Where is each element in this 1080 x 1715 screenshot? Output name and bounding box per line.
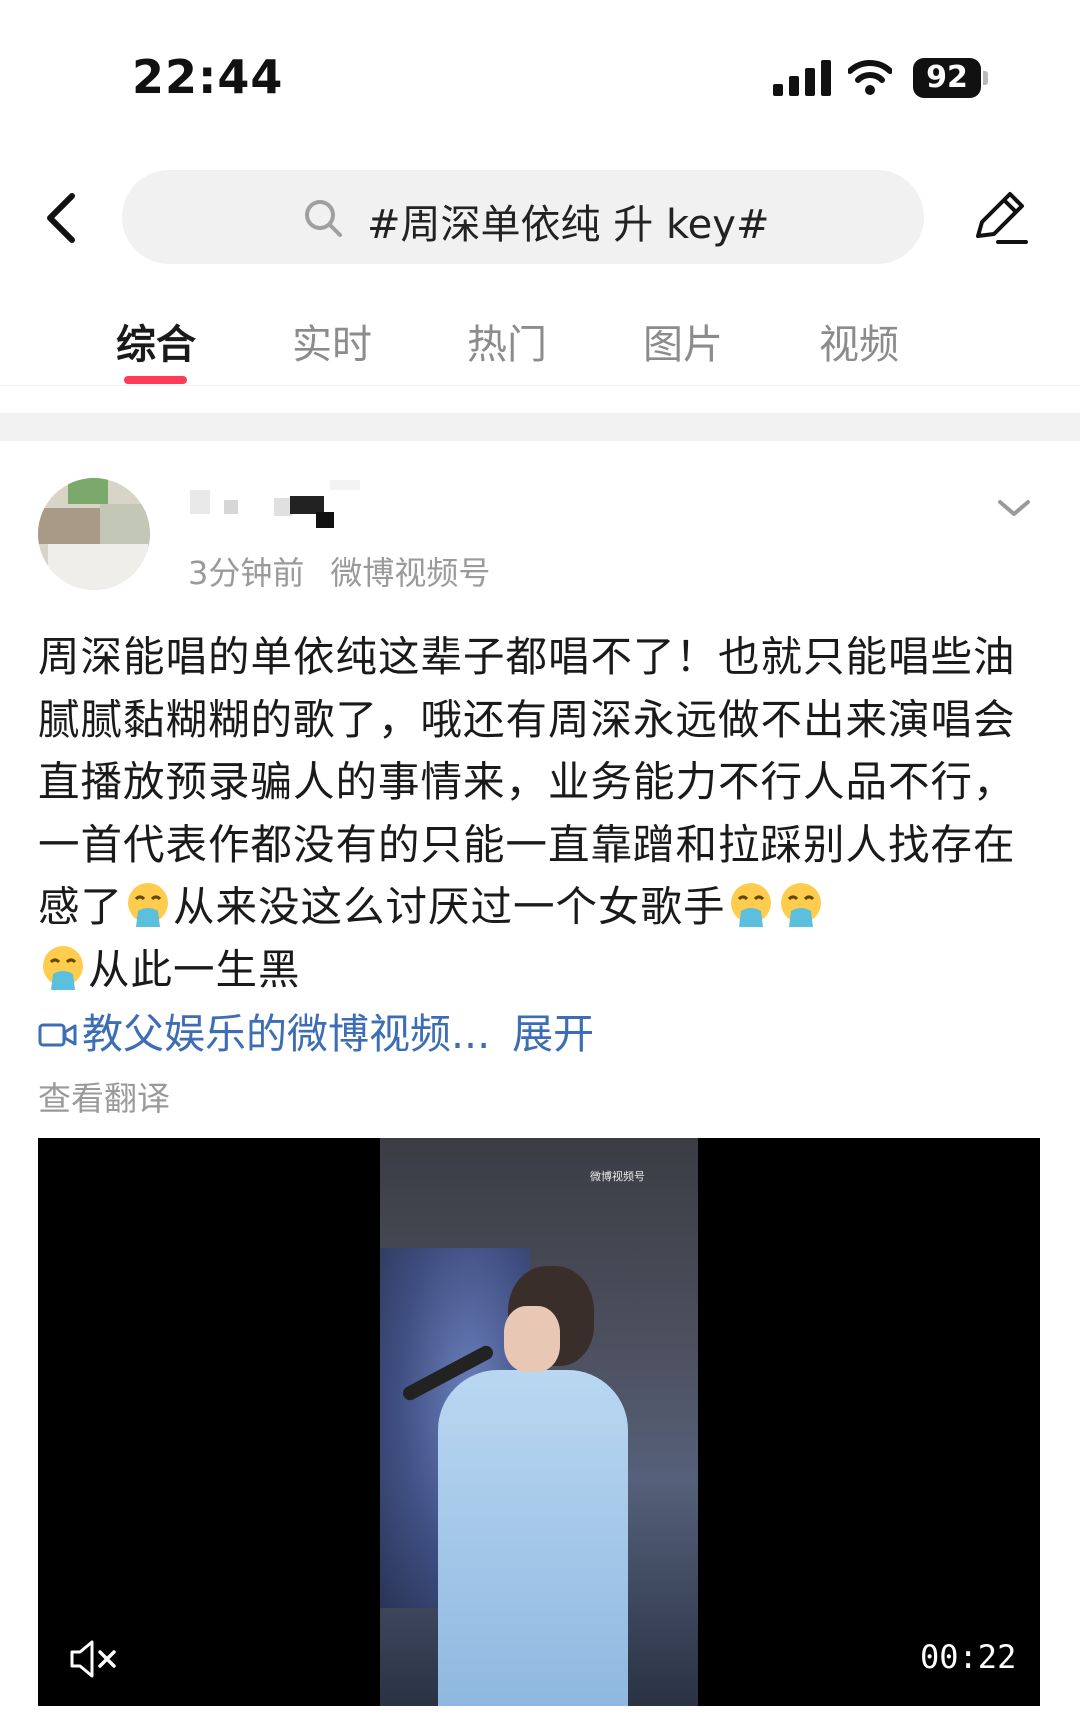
vomiting-face-emoji-icon — [730, 883, 771, 927]
video-watermark: 微博视频号 — [590, 1170, 645, 1183]
video-camera-icon — [38, 1023, 77, 1047]
active-tab-indicator — [124, 376, 187, 384]
back-icon[interactable] — [38, 188, 88, 248]
status-time: 22:44 — [132, 50, 284, 104]
battery-level: 92 — [913, 58, 981, 98]
battery-icon: 92 — [913, 58, 989, 98]
section-divider — [0, 413, 1080, 441]
post-source: 微博视频号 — [330, 554, 491, 592]
tab-videos[interactable]: 视频 — [789, 312, 929, 370]
vomiting-face-emoji-icon — [128, 883, 169, 927]
post-timestamp: 3分钟前 — [188, 554, 305, 592]
username-blurred[interactable] — [190, 480, 360, 532]
video-link-text[interactable]: 教父娱乐的微博视频... — [82, 1010, 490, 1058]
cellular-signal-icon — [773, 60, 831, 96]
translate-button[interactable]: 查看翻译 — [38, 1072, 170, 1120]
video-duration: 00:22 — [920, 1638, 1017, 1676]
vomiting-face-emoji-icon — [780, 883, 821, 927]
chevron-down-icon[interactable] — [996, 496, 1032, 520]
video-thumbnail: 微博视频号 — [380, 1138, 698, 1706]
expand-button[interactable]: 展开 — [512, 1010, 594, 1058]
video-link[interactable]: 教父娱乐的微博视频... 展开 — [38, 1000, 594, 1060]
tab-hot[interactable]: 热门 — [437, 312, 577, 370]
post-meta: 3分钟前 微博视频号 — [188, 548, 490, 594]
post-text-part-3: 从此一生黑 — [88, 944, 301, 994]
vomiting-face-emoji-icon — [43, 945, 83, 990]
muted-speaker-icon[interactable] — [68, 1636, 120, 1682]
tab-comprehensive[interactable]: 综合 — [86, 312, 226, 370]
search-header: #周深单依纯 升 key# — [0, 160, 1080, 270]
video-player[interactable]: 微博视频号 00:22 — [38, 1138, 1040, 1706]
tab-images[interactable]: 图片 — [613, 312, 753, 370]
avatar[interactable] — [38, 478, 150, 590]
search-query: #周深单依纯 升 key# — [367, 202, 770, 248]
tab-bar: 综合 实时 热门 图片 视频 — [0, 300, 1080, 386]
post-text-part-2: 从来没这么讨厌过一个女歌手 — [173, 882, 726, 931]
status-bar: 22:44 92 — [0, 0, 1080, 150]
wifi-icon — [848, 60, 892, 95]
search-input[interactable]: #周深单依纯 升 key# — [122, 170, 924, 264]
tab-realtime[interactable]: 实时 — [262, 312, 402, 370]
edit-icon[interactable] — [968, 186, 1030, 248]
post-text: 周深能唱的单依纯这辈子都唱不了！也就只能唱些油腻腻黏糊糊的歌了，哦还有周深永远做… — [38, 626, 1048, 1001]
search-icon — [305, 200, 342, 237]
